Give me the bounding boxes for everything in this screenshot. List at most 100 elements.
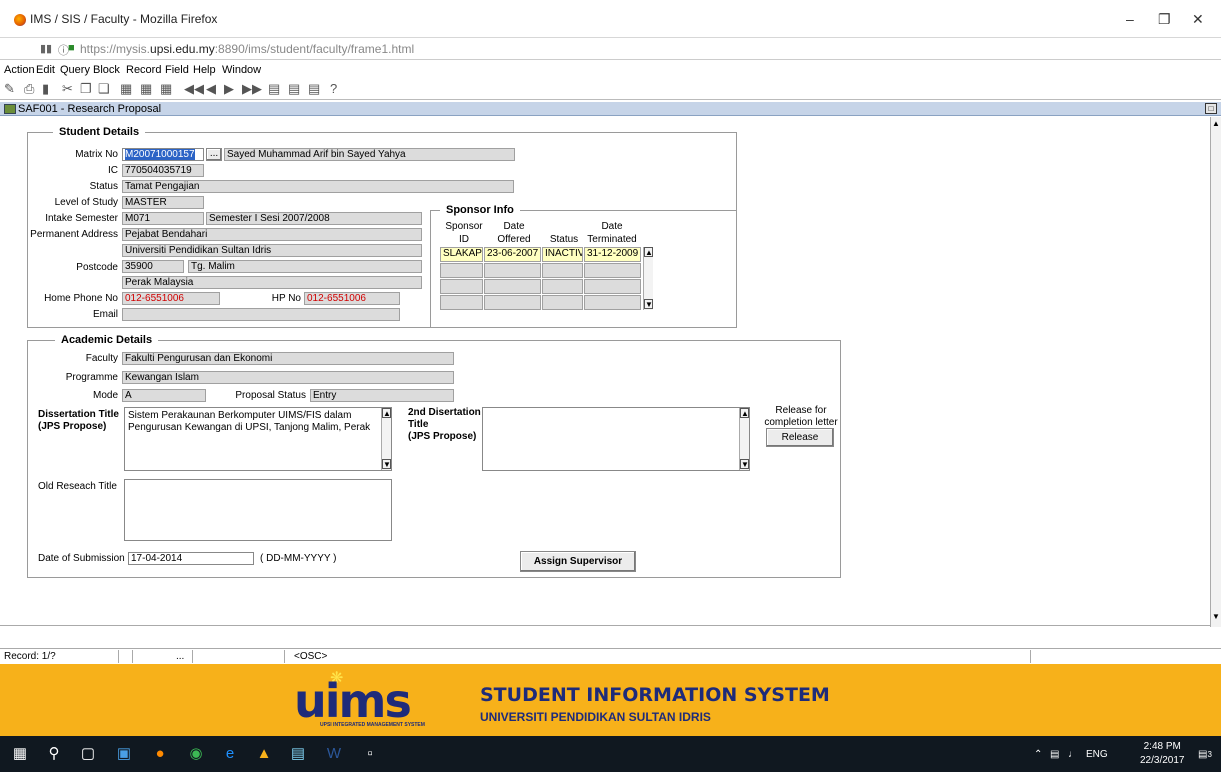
cut-icon[interactable]: ✂ [62,81,73,97]
menu-block[interactable]: Block [93,64,120,76]
maximize-icon[interactable]: □ [1205,103,1217,114]
save-icon[interactable]: ✎ [4,81,15,97]
video-editor-icon[interactable]: ▫ [360,744,380,764]
date-offered-cell[interactable] [484,263,541,278]
close-icon[interactable]: ✕ [1192,11,1204,28]
exit-icon[interactable]: ▮ [42,81,49,97]
date-terminated-cell[interactable] [584,279,641,294]
sponsor-status-cell[interactable]: INACTIVE [542,247,583,262]
email-label: Email [92,309,118,320]
volume-icon[interactable]: ♩ [1068,749,1078,760]
menu-action[interactable]: Action [4,64,35,76]
dissertation-scrollbar[interactable]: ▲ ▼ [381,408,391,470]
second-dissertation-textarea[interactable] [482,407,750,471]
submission-date-input[interactable]: 17-04-2014 [128,552,254,565]
intake-desc-field: Semester I Sesi 2007/2008 [206,212,422,225]
date-terminated-cell[interactable] [584,295,641,310]
delete-record-icon[interactable]: ▤ [288,81,300,97]
release-button[interactable]: Release [766,428,834,447]
network-icon[interactable]: ▤ [1050,749,1059,760]
previous-record-icon[interactable]: ◀ [206,81,216,97]
scroll-down-icon[interactable]: ▼ [382,459,391,469]
copy-icon[interactable]: ❐ [80,81,92,97]
browser-titlebar: IMS / SIS / Faculty - Mozilla Firefox – … [0,0,1221,38]
intake-code-field: M071 [122,212,204,225]
sponsor-id-cell[interactable] [440,279,483,294]
date-terminated-cell[interactable] [584,263,641,278]
menu-edit[interactable]: Edit [36,64,55,76]
scroll-up-icon[interactable]: ▲ [644,247,653,257]
form-scrollbar[interactable]: ▲ ▼ [1210,117,1221,627]
url-text[interactable]: https://mysis.upsi.edu.my:8890/ims/stude… [80,42,414,56]
search-icon[interactable]: ⚲ [44,744,64,764]
date-terminated-cell[interactable]: 31-12-2009 [584,247,641,262]
tray-expand-icon[interactable]: ⌃ [1034,749,1042,760]
chrome-icon[interactable]: ◉ [186,744,206,764]
logo-subtext: UPSI INTEGRATED MANAGEMENT SYSTEM [320,722,425,728]
scroll-up-icon[interactable]: ▲ [740,408,749,418]
sponsor-id-cell[interactable] [440,263,483,278]
date-offered-cell[interactable] [484,295,541,310]
insert-record-icon[interactable]: ▤ [268,81,280,97]
enter-query-icon[interactable]: ▦ [120,81,132,97]
menu-record[interactable]: Record [126,64,161,76]
matrix-lov-button[interactable]: ... [206,148,222,161]
url-bar[interactable]: ▮▮ ⓘ ■ https://mysis.upsi.edu.my:8890/im… [0,38,1221,60]
file-explorer-icon[interactable]: ▣ [114,744,134,764]
address-line1-field: Pejabat Bendahari [122,228,422,241]
restore-icon[interactable]: ❐ [1158,11,1171,28]
scroll-down-icon[interactable]: ▼ [644,299,653,309]
next-record-icon[interactable]: ▶ [224,81,234,97]
toolbar: ✎ ⎙ ▮ ✂ ❐ ❑ ▦ ▦ ▦ ◀◀ ◀ ▶ ▶▶ ▤ ▤ ▤ ? [0,78,1221,100]
mode-label: Mode [92,390,118,401]
assign-supervisor-button[interactable]: Assign Supervisor [520,551,636,572]
scroll-up-icon[interactable]: ▲ [1212,119,1220,129]
cancel-query-icon[interactable]: ▦ [160,81,172,97]
firefox-taskbar-icon[interactable]: ● [150,744,170,764]
previous-block-icon[interactable]: ◀◀ [184,81,204,97]
print-icon[interactable]: ⎙ [24,81,34,97]
help-icon[interactable]: ? [330,81,337,96]
sponsor-id-header-2: ID [459,234,469,245]
old-title-textarea[interactable] [124,479,392,541]
sponsor-scrollbar[interactable]: ▲ ▼ [643,247,653,310]
edge-icon[interactable]: e [220,744,240,764]
scroll-down-icon[interactable]: ▼ [740,459,749,469]
library-icon[interactable]: ▮▮ [40,42,52,55]
date-offered-cell[interactable] [484,279,541,294]
windows-start-icon[interactable]: ▦ [10,744,30,764]
menu-help[interactable]: Help [193,64,216,76]
sponsor-status-cell[interactable] [542,295,583,310]
sponsor-id-cell[interactable] [440,295,483,310]
dissertation-title-textarea[interactable]: Sistem Perakaunan Berkomputer UIMS/FIS d… [124,407,392,471]
execute-query-icon[interactable]: ▦ [140,81,152,97]
paste-icon[interactable]: ❑ [98,81,110,97]
sponsor-id-cell[interactable]: SLAKAP [440,247,483,262]
second-dissertation-scrollbar[interactable]: ▲ ▼ [739,408,749,470]
matrix-label: Matrix No [75,149,118,160]
proposal-status-label: Proposal Status [235,390,306,401]
clock[interactable]: 2:48 PM 22/3/2017 [1140,740,1185,768]
duplicate-record-icon[interactable]: ▤ [308,81,320,97]
minimize-icon[interactable]: – [1126,11,1134,27]
menu-window[interactable]: Window [222,64,261,76]
word-icon[interactable]: W [324,744,344,764]
task-view-icon[interactable]: ▢ [78,744,98,764]
language-indicator[interactable]: ENG [1086,749,1108,760]
menu-field[interactable]: Field [165,64,189,76]
next-block-icon[interactable]: ▶▶ [242,81,262,97]
sponsor-status-cell[interactable] [542,263,583,278]
date-offered-cell[interactable]: 23-06-2007 [484,247,541,262]
sponsor-status-cell[interactable] [542,279,583,294]
status-label: Status [89,181,118,192]
status-bar: Record: 1/? ... <OSC> [0,648,1221,663]
app-icon[interactable]: ▲ [254,744,274,764]
matrix-input[interactable]: M20071000157 [122,148,204,161]
photos-icon[interactable]: ▤ [288,744,308,764]
menu-query[interactable]: Query [60,64,90,76]
address-label: Permanent Address [30,229,118,240]
scroll-down-icon[interactable]: ▼ [1212,612,1220,622]
scroll-up-icon[interactable]: ▲ [382,408,391,418]
status-field: Tamat Pengajian [122,180,514,193]
notification-icon[interactable]: ▤3 [1198,749,1212,760]
